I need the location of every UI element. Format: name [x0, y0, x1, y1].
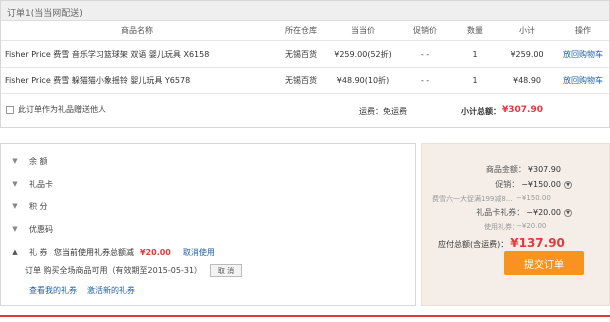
price: ¥48.90(10折) — [336, 76, 390, 85]
activate-coupon-link[interactable]: 激活新的礼券 — [87, 285, 135, 296]
payable-total-value: ¥137.90 — [510, 236, 565, 250]
goods-amount-value: ¥307.90 — [527, 165, 561, 174]
promo-code-label: 优惠码 — [29, 224, 53, 234]
table-row: Fisher Price 费雪 躲猫猫小象摇铃 婴儿玩具 Y6578 无锡百货 … — [1, 68, 609, 94]
giftcard-amount: 礼品卡礼券： −¥20.00 ▼ — [476, 207, 572, 218]
price: ¥259.00(52折) — [334, 50, 392, 59]
chevron-down-icon: ▼ — [12, 202, 18, 210]
promo-value: −¥150.00 — [521, 180, 561, 189]
order-total-label: 小计总额： — [461, 107, 501, 116]
subtotal: ¥259.00 — [510, 50, 544, 59]
promo-detail-label: 费雪六一大促满199减8... — [432, 195, 513, 203]
col-warehouse: 所在仓库 — [285, 26, 317, 35]
col-price: 当当价 — [351, 26, 375, 35]
warehouse: 无锡百货 — [285, 76, 317, 85]
promo-detail: 费雪六一大促满199减8... −¥150.00 — [432, 194, 551, 204]
promo-price: - - — [420, 50, 430, 59]
chevron-up-icon: ▲ — [12, 248, 18, 256]
cancel-coupon-link[interactable]: 取消使用 — [183, 247, 215, 258]
balance-label: 余 额 — [29, 156, 48, 166]
coupon-used-detail-label: 使用礼券： — [484, 223, 519, 231]
giftcard-option[interactable]: ▼ 礼品卡 — [11, 177, 53, 191]
gift-label: 此订单作为礼品赠送他人 — [18, 105, 106, 114]
chevron-down-icon: ▼ — [12, 180, 18, 188]
coupon-option[interactable]: ▲ 礼 券 — [11, 245, 48, 259]
chevron-down-icon: ▼ — [12, 157, 18, 165]
points-label: 积 分 — [29, 201, 48, 211]
col-qty: 数量 — [467, 26, 483, 35]
warehouse: 无锡百货 — [285, 50, 317, 59]
subtotal: ¥48.90 — [513, 76, 541, 85]
giftcard-amount-value: −¥20.00 — [526, 208, 561, 217]
goods-amount: 商品金额： ¥307.90 — [486, 164, 561, 175]
payable-total-label: 应付总额(含运费)： — [438, 240, 509, 249]
payable-total: 应付总额(含运费)： ¥137.90 — [438, 236, 565, 250]
points-option[interactable]: ▼ 积 分 — [11, 199, 48, 213]
giftcard-amount-label: 礼品卡礼券： — [476, 208, 525, 217]
return-to-cart-link[interactable]: 放回购物车 — [557, 68, 609, 93]
giftcard-label: 礼品卡 — [29, 179, 53, 189]
order-total-value: ¥307.90 — [502, 105, 543, 115]
coupon-detail: 订单 购买全场商品可用（有效期至2015-05-31） 取 消 — [25, 264, 243, 277]
col-name: 商品名称 — [121, 26, 153, 35]
goods-amount-label: 商品金额： — [485, 165, 526, 174]
balance-option[interactable]: ▼ 余 额 — [11, 154, 48, 168]
coupon-used-detail-value: −¥20.00 — [516, 222, 547, 230]
coupon-used-amount: ¥20.00 — [140, 248, 171, 257]
coupon-used-text: 您当前使用礼券总额减 — [54, 248, 134, 257]
shipping-fee: 运费：免运费 — [359, 107, 407, 116]
col-action: 操作 — [575, 26, 591, 35]
view-my-coupons-link[interactable]: 查看我的礼券 — [29, 285, 77, 296]
col-subtotal: 小计 — [519, 26, 535, 35]
quantity: 1 — [472, 50, 478, 59]
submit-order-button[interactable]: 提交订单 — [504, 251, 584, 275]
quantity: 1 — [472, 76, 478, 85]
return-to-cart-link[interactable]: 放回购物车 — [557, 42, 609, 67]
product-name: Fisher Price 费雪 躲猫猫小象摇铃 婴儿玩具 Y6578 — [5, 76, 191, 85]
product-name: Fisher Price 费雪 音乐学习篮球架 双语 婴儿玩具 X6158 — [5, 50, 210, 59]
chevron-down-icon[interactable]: ▼ — [564, 208, 572, 217]
chevron-down-icon: ▼ — [12, 225, 18, 233]
payment-options: ▼ 余 额 ▼ 礼品卡 ▼ 积 分 ▼ 优惠码 ▲ 礼 券 您当前使用礼券总额减… — [0, 143, 416, 306]
col-promo: 促销价 — [413, 26, 437, 35]
coupon-used-detail: 使用礼券： −¥20.00 — [484, 222, 546, 232]
gift-checkbox[interactable] — [6, 106, 14, 114]
promo-price: - - — [420, 76, 430, 85]
promo-amount: 促销： −¥150.00 ▼ — [495, 179, 572, 190]
table-row: Fisher Price 费雪 音乐学习篮球架 双语 婴儿玩具 X6158 无锡… — [1, 42, 609, 68]
gift-row: 此订单作为礼品赠送他人 运费：免运费 小计总额： ¥307.90 — [1, 94, 609, 126]
promo-label: 促销： — [495, 180, 520, 189]
promo-code-option[interactable]: ▼ 优惠码 — [11, 222, 53, 236]
coupon-label: 礼 券 — [29, 247, 48, 257]
cancel-button[interactable]: 取 消 — [210, 264, 243, 277]
coupon-detail-text: 订单 购买全场商品可用（有效期至2015-05-31） — [25, 266, 203, 275]
order-title: 订单1(当当网配送) — [7, 9, 83, 19]
order-section: 订单1(当当网配送) 商品名称 所在仓库 当当价 促销价 数量 小计 操作 Fi… — [0, 0, 610, 128]
order-header: 订单1(当当网配送) — [1, 1, 609, 21]
coupon-used-line: 您当前使用礼券总额减 ¥20.00 取消使用 — [54, 247, 215, 258]
coupon-links: 查看我的礼券 激活新的礼券 — [29, 285, 135, 296]
chevron-down-icon[interactable]: ▼ — [564, 180, 572, 189]
bottom-divider — [0, 315, 610, 317]
promo-detail-value: −¥150.00 — [516, 194, 551, 202]
order-summary: 商品金额： ¥307.90 促销： −¥150.00 ▼ 费雪六一大促满199减… — [421, 143, 610, 306]
table-header: 商品名称 所在仓库 当当价 促销价 数量 小计 操作 — [1, 21, 609, 41]
